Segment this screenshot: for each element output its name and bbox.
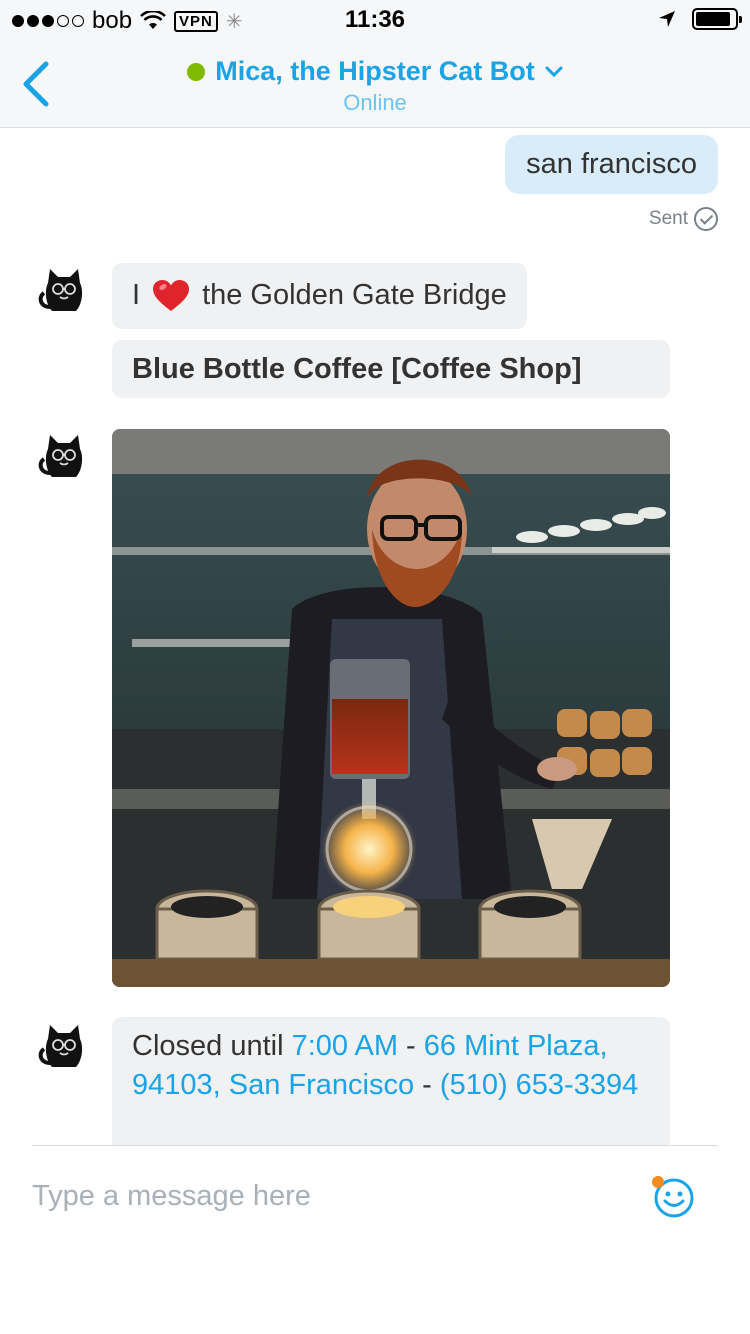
bot-avatar-cat-icon[interactable] xyxy=(36,1019,92,1075)
photo-message[interactable] xyxy=(112,429,670,987)
bot-avatar-cat-icon[interactable] xyxy=(36,263,92,319)
contact-title[interactable]: Mica, the Hipster Cat Bot Online xyxy=(0,56,750,116)
message-input[interactable]: Type a message here xyxy=(32,1180,311,1213)
separator: - xyxy=(414,1069,440,1101)
message-text: san francisco xyxy=(526,148,697,180)
sent-label: Sent xyxy=(648,208,688,229)
chevron-down-icon xyxy=(545,66,563,77)
incoming-message[interactable]: Closed until 7:00 AM - 66 Mint Plaza, 94… xyxy=(112,1017,670,1145)
contact-status: Online xyxy=(343,90,407,115)
heart-icon xyxy=(153,279,190,311)
clock: 11:36 xyxy=(344,6,406,33)
check-circle-icon xyxy=(694,207,718,231)
message-prefix: I xyxy=(132,279,141,311)
status-right xyxy=(658,8,742,30)
status-bar: bob VPN ✳ 11:36 xyxy=(0,0,750,40)
message-list[interactable]: san francisco Sent I the Golden Gate Bri… xyxy=(0,129,750,1145)
battery-icon xyxy=(692,8,742,30)
separator: - xyxy=(398,1030,424,1062)
hours-prefix: Closed until xyxy=(132,1030,292,1062)
incoming-message[interactable]: I the Golden Gate Bridge xyxy=(112,263,527,329)
phone-link[interactable]: (510) 653-3394 xyxy=(440,1069,638,1101)
incoming-message[interactable]: Blue Bottle Coffee [Coffee Shop] xyxy=(112,340,670,398)
presence-indicator xyxy=(187,62,206,81)
contact-name: Mica, the Hipster Cat Bot xyxy=(215,56,535,86)
place-name: Blue Bottle Coffee [Coffee Shop] xyxy=(132,353,582,385)
message-text: the Golden Gate Bridge xyxy=(202,279,507,311)
location-arrow-icon xyxy=(659,11,675,27)
bot-avatar-cat-icon[interactable] xyxy=(36,429,92,485)
composer-divider xyxy=(32,1145,718,1146)
battery-level xyxy=(696,12,731,26)
delivery-status: Sent xyxy=(649,207,718,231)
outgoing-message[interactable]: san francisco xyxy=(505,135,718,194)
emoji-icon[interactable] xyxy=(650,1174,696,1220)
chat-header: Mica, the Hipster Cat Bot Online xyxy=(0,40,750,128)
opening-time-link[interactable]: 7:00 AM xyxy=(292,1030,398,1062)
